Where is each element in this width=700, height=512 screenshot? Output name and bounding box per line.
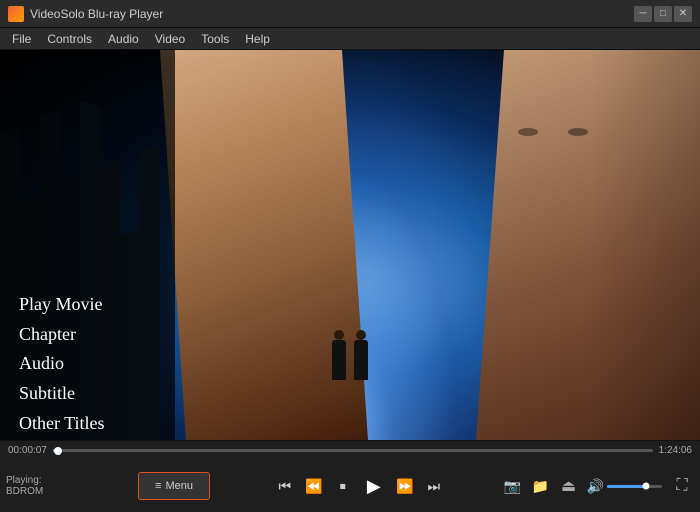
context-menu-option-audio[interactable]: Audio [15,349,109,379]
open-folder-button[interactable]: 📁 [529,474,553,498]
context-menu-option-play-movie[interactable]: Play Movie [15,290,109,320]
restore-button[interactable]: □ [654,6,672,22]
video-area[interactable]: Play MovieChapterAudioSubtitleOther Titl… [0,50,700,440]
playing-label: Playing: [6,475,136,486]
progress-track[interactable] [53,449,653,452]
volume-thumb [642,483,649,490]
app-title: VideoSolo Blu-ray Player [30,7,634,21]
transport-controls: ⏮ ⏪ ⏹ ▶ ⏩ ⏭ [220,471,499,501]
time-elapsed: 00:00:07 [8,445,47,456]
play-button[interactable]: ▶ [359,471,389,501]
menu-label: Menu [165,480,193,492]
figure-1 [332,340,346,380]
titlebar: VideoSolo Blu-ray Player ─ □ ✕ [0,0,700,28]
rewind-button[interactable]: ⏪ [301,473,327,499]
context-menu: Play MovieChapterAudioSubtitleOther Titl… [15,290,109,438]
app-logo [8,6,24,22]
volume-fill [607,485,646,488]
progress-bar-row: 00:00:07 1:24:06 [0,441,700,461]
menu-button[interactable]: ≡ Menu [138,472,210,500]
fast-forward-button[interactable]: ⏩ [392,473,418,499]
menubar-item-audio[interactable]: Audio [100,30,147,48]
controls-bar: 00:00:07 1:24:06 Playing: BDROM ≡ Menu ⏮… [0,440,700,512]
screenshot-button[interactable]: 📷 [501,474,525,498]
menubar-item-file[interactable]: File [4,30,39,48]
fullscreen-button[interactable]: ⛶ [670,474,694,498]
playing-value: BDROM [6,486,136,497]
context-menu-option-other-titles[interactable]: Other Titles [15,409,109,439]
menubar-item-video[interactable]: Video [147,30,193,48]
menubar-item-controls[interactable]: Controls [39,30,100,48]
time-total: 1:24:06 [659,445,692,456]
close-button[interactable]: ✕ [674,6,692,22]
progress-thumb [54,447,62,455]
volume-area: 🔊 [587,478,662,495]
skip-forward-button[interactable]: ⏭ [421,473,447,499]
volume-icon[interactable]: 🔊 [587,478,604,495]
menubar: FileControlsAudioVideoToolsHelp [0,28,700,50]
figure-2 [354,340,368,380]
skip-back-button[interactable]: ⏮ [272,473,298,499]
minimize-button[interactable]: ─ [634,6,652,22]
menubar-item-tools[interactable]: Tools [193,30,237,48]
window-controls: ─ □ ✕ [634,6,692,22]
running-figures [332,340,368,380]
eject-button[interactable]: ⏏ [557,474,581,498]
context-menu-option-chapter[interactable]: Chapter [15,320,109,350]
playing-info: Playing: BDROM [6,475,136,497]
right-controls: 📷 📁 ⏏ [501,474,581,498]
menubar-item-help[interactable]: Help [237,30,278,48]
stop-button[interactable]: ⏹ [330,473,356,499]
menu-icon: ≡ [155,480,161,492]
buttons-row: Playing: BDROM ≡ Menu ⏮ ⏪ ⏹ ▶ ⏩ ⏭ 📷 📁 ⏏ … [0,461,700,512]
context-menu-option-subtitle[interactable]: Subtitle [15,379,109,409]
volume-track[interactable] [607,485,662,488]
